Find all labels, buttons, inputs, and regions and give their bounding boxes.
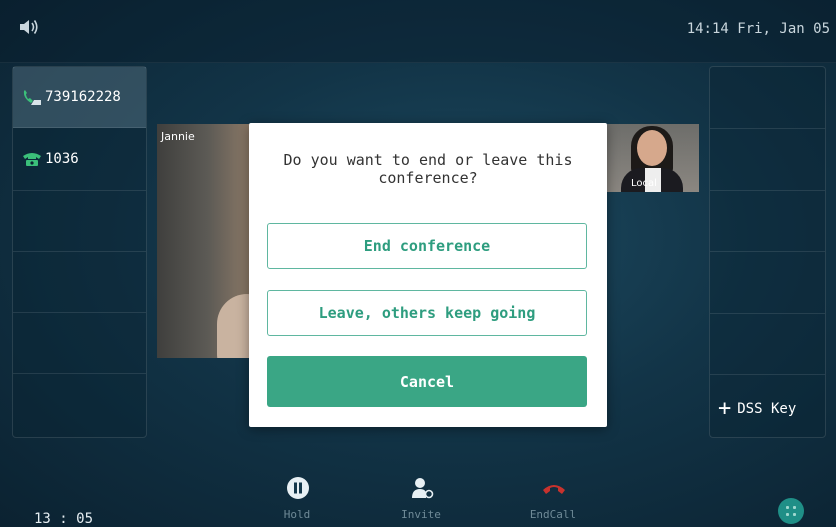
video-figure [217, 294, 249, 358]
line-key-label: 1036 [45, 151, 79, 167]
divider [710, 313, 825, 314]
speaker-icon[interactable] [18, 17, 40, 37]
clock: 14:14 Fri, Jan 05 [686, 21, 830, 37]
divider [710, 190, 825, 191]
dialog-message: Do you want to end or leave this confere… [283, 151, 573, 187]
hold-softkey[interactable]: Hold [256, 476, 338, 526]
phone-call-icon [23, 90, 41, 105]
line-key-3[interactable] [13, 191, 146, 252]
cancel-button[interactable]: Cancel [267, 356, 587, 407]
leave-conference-button[interactable]: Leave, others keep going [267, 290, 587, 336]
softkey-bar: 13 : 05 Hold Invite EndCall [0, 462, 836, 527]
plus-icon: + [718, 396, 732, 421]
pause-icon [287, 477, 309, 499]
call-duration: 13 : 05 [34, 511, 94, 527]
divider [710, 128, 825, 129]
phone-icon [23, 153, 41, 166]
remote-name: Jannie [161, 130, 195, 143]
line-key-panel: 739162228 1036 [12, 66, 147, 438]
line-key-4[interactable] [13, 252, 146, 313]
line-key-6[interactable] [13, 374, 146, 437]
remote-video: Jannie [157, 124, 249, 358]
end-call-icon [543, 485, 565, 494]
dss-key-panel: + DSS Key [709, 66, 826, 438]
end-conference-dialog: Do you want to end or leave this confere… [249, 123, 607, 427]
end-call-softkey[interactable]: EndCall [512, 476, 594, 526]
video-face [637, 130, 667, 166]
softkey-label: Hold [283, 508, 311, 521]
divider [710, 251, 825, 252]
line-key-5[interactable] [13, 313, 146, 374]
softkey-label: Invite [401, 508, 441, 521]
menu-grid-icon[interactable] [778, 498, 804, 524]
dss-key-label: DSS Key [737, 401, 797, 417]
divider [710, 374, 825, 375]
status-bar: 14:14 Fri, Jan 05 [0, 0, 836, 63]
local-label: Local [631, 178, 657, 189]
softkey-label: EndCall [529, 508, 577, 521]
line-key-2[interactable]: 1036 [13, 128, 146, 191]
end-conference-button[interactable]: End conference [267, 223, 587, 269]
dss-key-button[interactable]: + DSS Key [710, 381, 825, 437]
local-video: Local [607, 124, 699, 192]
add-person-icon [412, 478, 434, 499]
line-key-label: 739162228 [45, 89, 121, 105]
line-key-1[interactable]: 739162228 [13, 67, 146, 128]
invite-softkey[interactable]: Invite [380, 476, 462, 526]
